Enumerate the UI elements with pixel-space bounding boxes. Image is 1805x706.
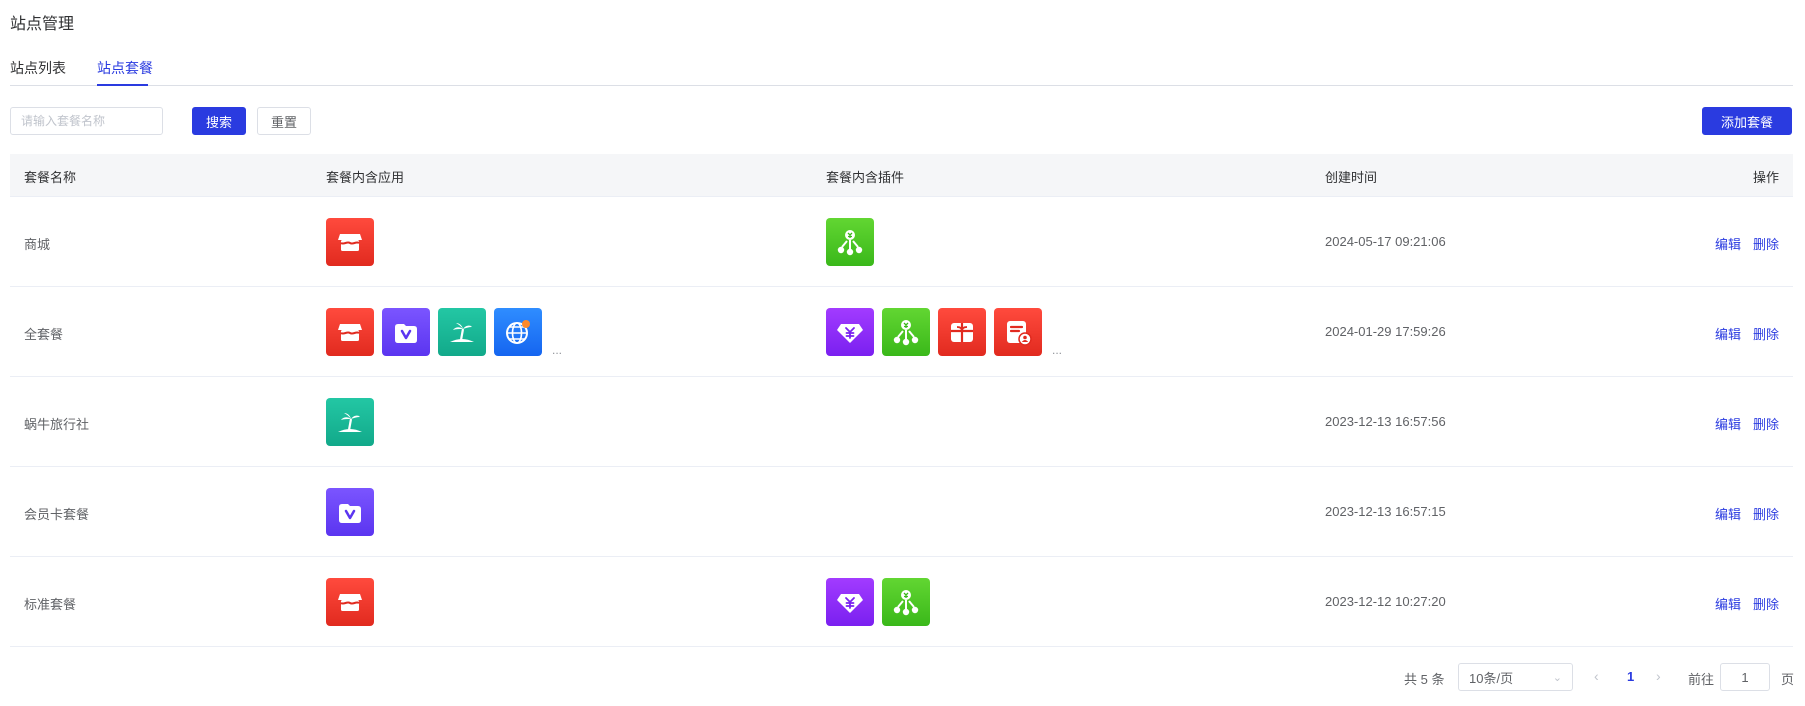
header-created-time: 创建时间 bbox=[1325, 170, 1378, 185]
header-included-plugins: 套餐内含插件 bbox=[826, 170, 905, 185]
global-icon bbox=[494, 308, 542, 356]
row-actions: 编辑 删除 bbox=[1715, 414, 1779, 433]
row-actions: 编辑 删除 bbox=[1715, 324, 1779, 343]
tab-site-packages[interactable]: 站点套餐 bbox=[97, 58, 153, 78]
table-header: 套餐名称 套餐内含应用 套餐内含插件 创建时间 操作 bbox=[10, 154, 1793, 197]
delete-link[interactable]: 删除 bbox=[1753, 414, 1779, 433]
included-apps bbox=[326, 488, 382, 536]
row-actions: 编辑 删除 bbox=[1715, 594, 1779, 613]
table-row: 全套餐...... 2024-01-29 17:59:26 编辑 删除 bbox=[10, 287, 1793, 377]
gift-card-icon bbox=[938, 308, 986, 356]
header-operations: 操作 bbox=[1752, 170, 1779, 185]
delete-link[interactable]: 删除 bbox=[1753, 594, 1779, 613]
included-apps: ... bbox=[326, 308, 562, 356]
store-icon bbox=[326, 308, 374, 356]
goto-label: 前往 bbox=[1688, 672, 1715, 687]
chevron-down-icon: ⌄ bbox=[1552, 671, 1562, 684]
package-name: 会员卡套餐 bbox=[24, 507, 90, 522]
package-name: 蜗牛旅行社 bbox=[24, 417, 90, 432]
tab-site-list[interactable]: 站点列表 bbox=[10, 58, 66, 78]
price-gem-icon bbox=[826, 308, 874, 356]
created-time: 2024-01-29 17:59:26 bbox=[1325, 324, 1446, 339]
store-icon bbox=[326, 218, 374, 266]
next-page-icon[interactable]: › bbox=[1656, 668, 1661, 684]
edit-link[interactable]: 编辑 bbox=[1715, 324, 1741, 343]
table-row: 会员卡套餐 2023-12-13 16:57:15 编辑 删除 bbox=[10, 467, 1793, 557]
page-number-current[interactable]: 1 bbox=[1627, 669, 1634, 684]
package-name-search-input[interactable] bbox=[10, 107, 163, 135]
table-row: 商城 2024-05-17 09:21:06 编辑 删除 bbox=[10, 197, 1793, 287]
distribution-icon bbox=[826, 218, 874, 266]
page-size-select[interactable]: 10条/页 ⌄ bbox=[1458, 663, 1573, 691]
row-actions: 编辑 删除 bbox=[1715, 234, 1779, 253]
created-time: 2023-12-13 16:57:56 bbox=[1325, 414, 1446, 429]
page-size-value: 10条/页 bbox=[1469, 670, 1514, 686]
tab-bar: 站点列表 站点套餐 bbox=[10, 50, 1793, 86]
more-indicator: ... bbox=[1052, 343, 1063, 357]
price-gem-icon bbox=[826, 578, 874, 626]
page-title: 站点管理 bbox=[10, 16, 75, 33]
package-table: 套餐名称 套餐内含应用 套餐内含插件 创建时间 操作 商城 2024-05-17 … bbox=[10, 154, 1793, 647]
table-row: 标准套餐 2023-12-12 10:27:20 编辑 删除 bbox=[10, 557, 1793, 647]
delete-link[interactable]: 删除 bbox=[1753, 504, 1779, 523]
header-package-name: 套餐名称 bbox=[24, 170, 77, 185]
package-name: 商城 bbox=[24, 237, 51, 252]
store-icon bbox=[326, 578, 374, 626]
row-actions: 编辑 删除 bbox=[1715, 504, 1779, 523]
add-package-button[interactable]: 添加套餐 bbox=[1702, 107, 1792, 135]
pagination: 共 5 条 10条/页 ⌄ ‹ 1 › 前往 页 bbox=[0, 662, 1805, 692]
user-form-icon bbox=[994, 308, 1042, 356]
included-plugins: ... bbox=[826, 308, 1062, 356]
delete-link[interactable]: 删除 bbox=[1753, 234, 1779, 253]
edit-link[interactable]: 编辑 bbox=[1715, 234, 1741, 253]
included-apps bbox=[326, 398, 382, 446]
included-apps bbox=[326, 578, 382, 626]
pagination-total: 共 5 条 bbox=[1404, 672, 1445, 687]
goto-unit-label: 页 bbox=[1781, 672, 1795, 687]
header-included-apps: 套餐内含应用 bbox=[326, 170, 405, 185]
package-name: 标准套餐 bbox=[24, 597, 77, 612]
edit-link[interactable]: 编辑 bbox=[1715, 504, 1741, 523]
travel-icon bbox=[326, 398, 374, 446]
edit-link[interactable]: 编辑 bbox=[1715, 594, 1741, 613]
delete-link[interactable]: 删除 bbox=[1753, 324, 1779, 343]
included-apps bbox=[326, 218, 382, 266]
more-indicator: ... bbox=[552, 343, 563, 357]
created-time: 2023-12-13 16:57:15 bbox=[1325, 504, 1446, 519]
package-name: 全套餐 bbox=[24, 327, 64, 342]
prev-page-icon[interactable]: ‹ bbox=[1594, 668, 1599, 684]
reset-button[interactable]: 重置 bbox=[257, 107, 311, 135]
table-body: 商城 2024-05-17 09:21:06 编辑 删除 全套餐...... 2024-0… bbox=[10, 197, 1793, 647]
created-time: 2023-12-12 10:27:20 bbox=[1325, 594, 1446, 609]
search-button[interactable]: 搜索 bbox=[192, 107, 246, 135]
travel-icon bbox=[438, 308, 486, 356]
distribution-icon bbox=[882, 308, 930, 356]
active-tab-indicator bbox=[97, 84, 148, 86]
table-row: 蜗牛旅行社 2023-12-13 16:57:56 编辑 删除 bbox=[10, 377, 1793, 467]
included-plugins bbox=[826, 218, 882, 266]
edit-link[interactable]: 编辑 bbox=[1715, 414, 1741, 433]
created-time: 2024-05-17 09:21:06 bbox=[1325, 234, 1446, 249]
distribution-icon bbox=[882, 578, 930, 626]
goto-page-input[interactable] bbox=[1720, 663, 1770, 691]
included-plugins bbox=[826, 578, 938, 626]
member-card-icon bbox=[382, 308, 430, 356]
member-card-icon bbox=[326, 488, 374, 536]
